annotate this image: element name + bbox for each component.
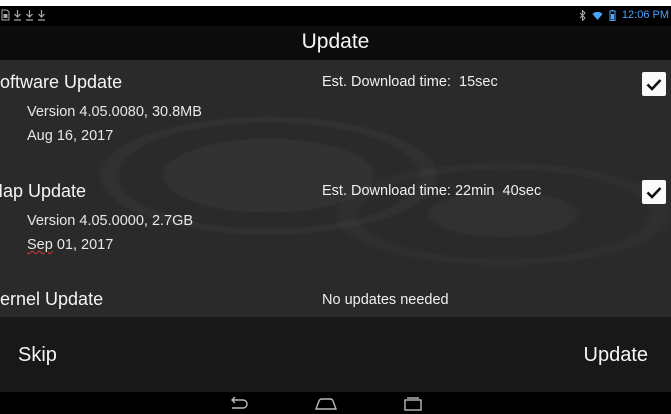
checkmark-icon bbox=[646, 187, 662, 199]
home-icon[interactable] bbox=[313, 396, 339, 412]
est-value: 22min 40sec bbox=[454, 183, 542, 199]
update-button[interactable]: Update bbox=[584, 344, 649, 367]
sd-card-icon bbox=[1, 9, 10, 21]
back-icon[interactable] bbox=[226, 396, 252, 412]
skip-button[interactable]: Skip bbox=[18, 344, 57, 367]
est-download-time: Est. Download time: 22min 40sec bbox=[322, 183, 541, 199]
checkmark-icon bbox=[646, 79, 662, 91]
status-left-icons bbox=[1, 9, 46, 21]
navigation-bar bbox=[0, 392, 671, 414]
device-screen: 12:06 PM Update Software Update Version … bbox=[0, 6, 671, 414]
update-version: Version 4.05.0000, 2.7GB bbox=[27, 213, 194, 229]
update-title: Map Update bbox=[0, 181, 87, 201]
status-right-icons: 12:06 PM bbox=[577, 9, 669, 21]
status-bar: 12:06 PM bbox=[0, 6, 671, 26]
update-title: Software Update bbox=[0, 72, 123, 92]
wifi-icon bbox=[592, 10, 603, 21]
download-icon bbox=[25, 9, 34, 21]
page-title: Update bbox=[0, 26, 671, 60]
battery-icon bbox=[607, 9, 618, 21]
download-icon bbox=[13, 9, 22, 21]
update-date: Aug 16, 2017 bbox=[27, 128, 114, 144]
software-update-checkbox[interactable] bbox=[642, 72, 666, 96]
est-value: 15sec bbox=[459, 74, 498, 90]
update-list: Software Update Version 4.05.0080, 30.8M… bbox=[0, 60, 671, 317]
update-status: No updates needed bbox=[322, 292, 449, 308]
update-version: Version 4.05.0080, 30.8MB bbox=[27, 104, 202, 120]
download-icon bbox=[37, 9, 46, 21]
update-title: Kernel Update bbox=[0, 289, 104, 309]
bluetooth-icon bbox=[577, 9, 588, 21]
est-label: Est. Download time: bbox=[322, 183, 451, 199]
status-time: 12:06 PM bbox=[621, 9, 669, 21]
update-date-month: Sep bbox=[27, 237, 53, 253]
est-label: Est. Download time: bbox=[322, 74, 451, 90]
map-update-checkbox[interactable] bbox=[642, 180, 666, 204]
est-download-time: Est. Download time: 15sec bbox=[322, 74, 498, 90]
recents-icon[interactable] bbox=[400, 396, 426, 412]
update-date-rest: 01, 2017 bbox=[52, 237, 114, 253]
action-bar: Skip Update bbox=[0, 317, 671, 392]
update-date: Sep 01, 2017 bbox=[27, 237, 113, 253]
